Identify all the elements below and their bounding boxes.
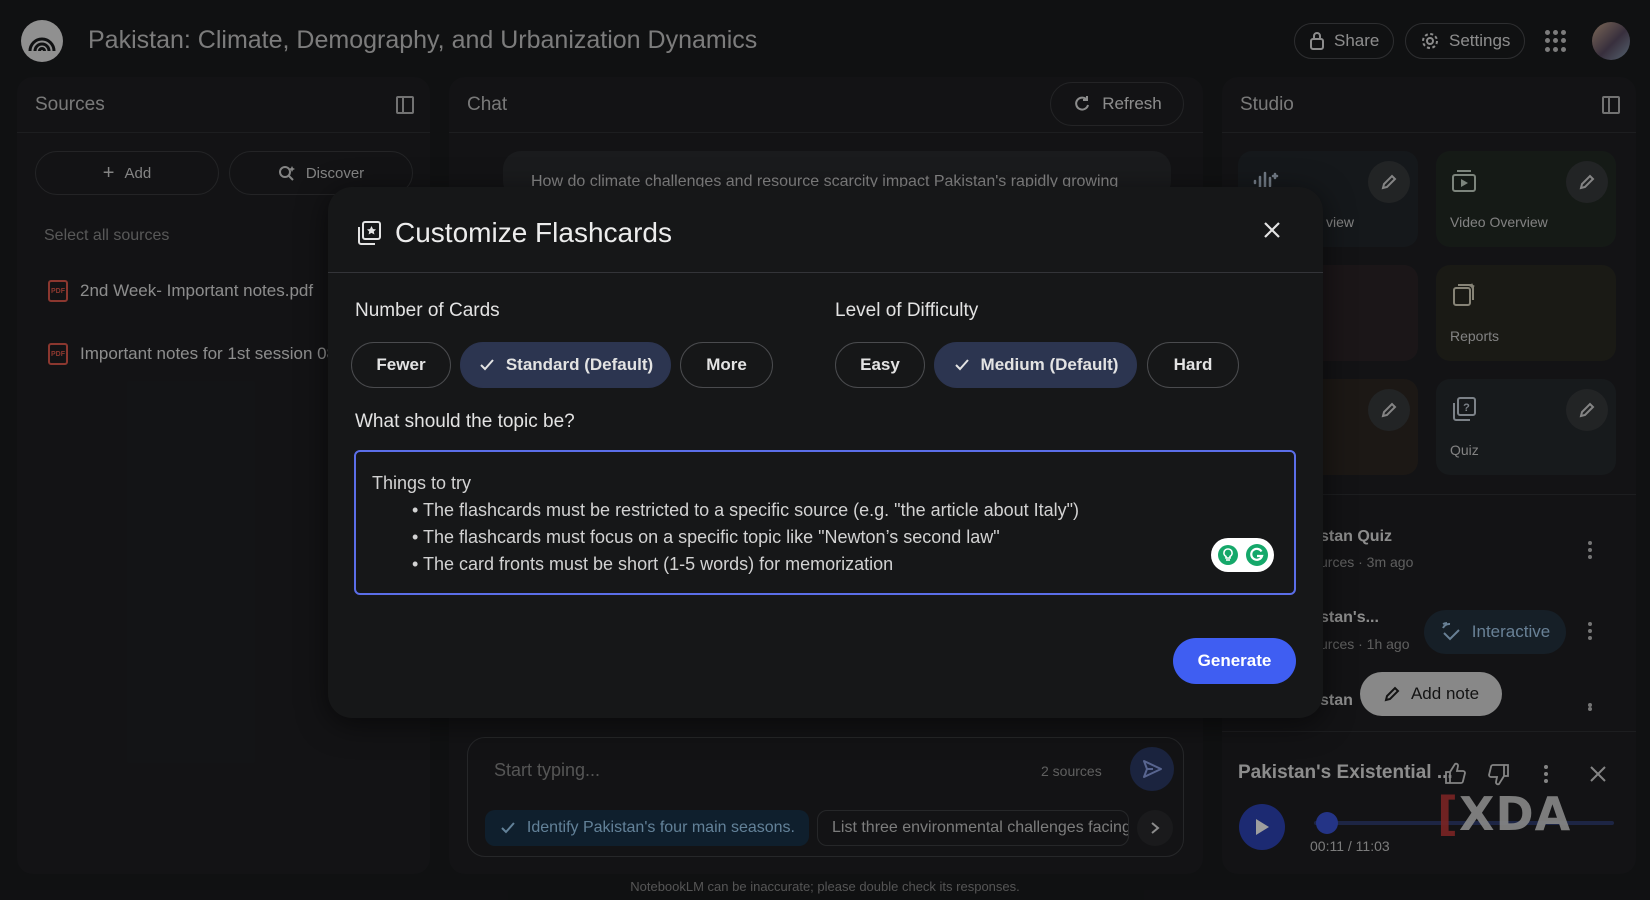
cards-option-fewer[interactable]: Fewer [351, 342, 451, 388]
grammarly-widget[interactable] [1211, 538, 1274, 572]
number-of-cards-label: Number of Cards [355, 300, 500, 321]
difficulty-option-medium[interactable]: Medium (Default) [934, 342, 1137, 388]
option-label: Medium (Default) [980, 355, 1119, 374]
check-icon [954, 359, 969, 371]
option-label: Fewer [376, 355, 426, 374]
cards-option-standard[interactable]: Standard (Default) [460, 342, 671, 388]
lightbulb-icon [1217, 545, 1238, 565]
dialog-header: Customize Flashcards [328, 187, 1323, 273]
option-label: More [706, 355, 747, 374]
topic-placeholder-bullet: • The card fronts must be short (1-5 wor… [412, 554, 894, 574]
cards-option-more[interactable]: More [680, 342, 773, 388]
topic-placeholder-bullet: • The flashcards must be restricted to a… [412, 500, 1080, 520]
difficulty-option-easy[interactable]: Easy [835, 342, 925, 388]
topic-placeholder-heading: Things to try [372, 473, 472, 493]
close-icon[interactable] [1257, 215, 1287, 245]
topic-label: What should the topic be? [355, 411, 575, 432]
flashcards-icon [356, 220, 382, 246]
dialog-title: Customize Flashcards [395, 217, 672, 248]
generate-button[interactable]: Generate [1173, 638, 1296, 684]
grammarly-g-icon [1245, 544, 1268, 566]
option-label: Standard (Default) [505, 355, 654, 374]
difficulty-label: Level of Difficulty [835, 300, 979, 321]
check-icon [480, 359, 494, 371]
option-label: Easy [860, 355, 900, 374]
difficulty-option-hard[interactable]: Hard [1147, 342, 1239, 388]
topic-placeholder-bullet: • The flashcards must focus on a specifi… [412, 527, 1000, 547]
option-label: Hard [1173, 355, 1213, 374]
topic-textarea[interactable]: Things to try • The flashcards must be r… [354, 450, 1296, 595]
